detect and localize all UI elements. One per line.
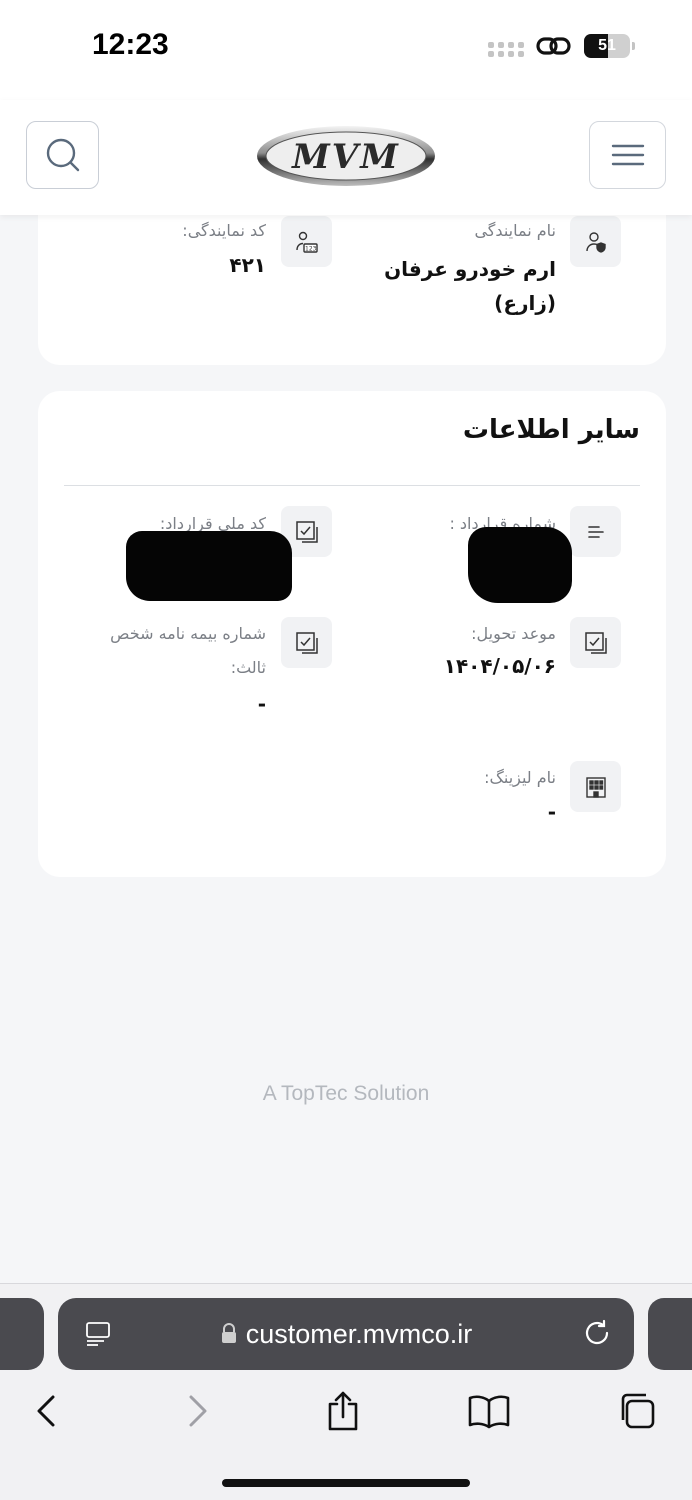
lock-icon <box>221 1322 236 1343</box>
share-button[interactable] <box>318 1388 368 1434</box>
insurance-number-value: - <box>257 692 266 716</box>
status-bar: 12:23 51 <box>0 0 692 100</box>
dealer-name-value-line1: ارم خودرو عرفان <box>384 257 556 281</box>
home-indicator <box>222 1479 470 1487</box>
redacted-contract-number <box>468 527 572 603</box>
svg-text:123: 123 <box>305 245 317 252</box>
previous-tab-preview[interactable] <box>0 1298 44 1370</box>
url-text: customer.mvmco.ir <box>245 1319 473 1349</box>
dealer-code-icon: 123 <box>281 216 332 267</box>
search-icon <box>46 138 79 172</box>
menu-button[interactable] <box>589 121 666 189</box>
other-info-title: سایر اطلاعات <box>462 415 640 445</box>
reload-icon[interactable] <box>582 1318 612 1348</box>
dealer-name-label: نام نمایندگی <box>474 221 556 240</box>
other-info-card: سایر اطلاعات شماره قرارداد : کد ملی قرار… <box>38 391 666 877</box>
forward-icon <box>189 1395 207 1427</box>
mvm-logo[interactable]: MVM <box>255 124 437 188</box>
personal-hotspot-icon <box>536 37 571 55</box>
tabs-icon <box>621 1393 655 1429</box>
redacted-national-id <box>126 531 292 601</box>
forward-button[interactable] <box>172 1388 222 1434</box>
search-button[interactable] <box>26 121 99 189</box>
url-display[interactable]: customer.mvmco.ir <box>58 1298 634 1370</box>
text-align-icon <box>570 506 621 557</box>
back-button[interactable] <box>22 1388 72 1434</box>
share-icon <box>328 1391 358 1431</box>
title-divider <box>64 485 640 486</box>
battery-icon: 51 <box>584 34 630 58</box>
tabs-button[interactable] <box>612 1388 662 1434</box>
logo-text: MVM <box>291 137 400 177</box>
status-time: 12:23 <box>92 28 169 61</box>
footer-brand: A TopTec Solution <box>262 1082 430 1105</box>
battery-level: 51 <box>598 37 616 54</box>
cellular-signal-icon <box>488 42 526 60</box>
hamburger-menu-icon <box>611 144 644 166</box>
insurance-number-label: شماره بیمه نامه شخص ثالث: <box>110 624 266 677</box>
dealer-name-value-line2: (زارع) <box>494 291 556 315</box>
delivery-date-value: ۱۴۰۴/۰۵/۰۶ <box>443 654 556 678</box>
leasing-name-value: - <box>547 800 556 824</box>
dealer-code-value: ۴۲۱ <box>229 253 266 277</box>
leasing-name-label: نام لیزینگ: <box>484 768 556 787</box>
document-check-icon <box>281 617 332 668</box>
bookmarks-icon <box>468 1395 510 1429</box>
browser-toolbar: customer.mvmco.ir <box>0 1283 692 1500</box>
back-icon <box>37 1395 55 1427</box>
dealer-person-shield-icon <box>570 216 621 267</box>
document-check-icon <box>570 617 621 668</box>
address-bar[interactable]: customer.mvmco.ir <box>58 1298 634 1370</box>
app-header: MVM <box>0 100 692 215</box>
next-tab-preview[interactable] <box>648 1298 692 1370</box>
delivery-date-label: موعد تحویل: <box>471 624 556 643</box>
building-icon <box>570 761 621 812</box>
bookmarks-button[interactable] <box>464 1388 514 1434</box>
dealer-code-label: کد نمایندگی: <box>182 221 266 240</box>
